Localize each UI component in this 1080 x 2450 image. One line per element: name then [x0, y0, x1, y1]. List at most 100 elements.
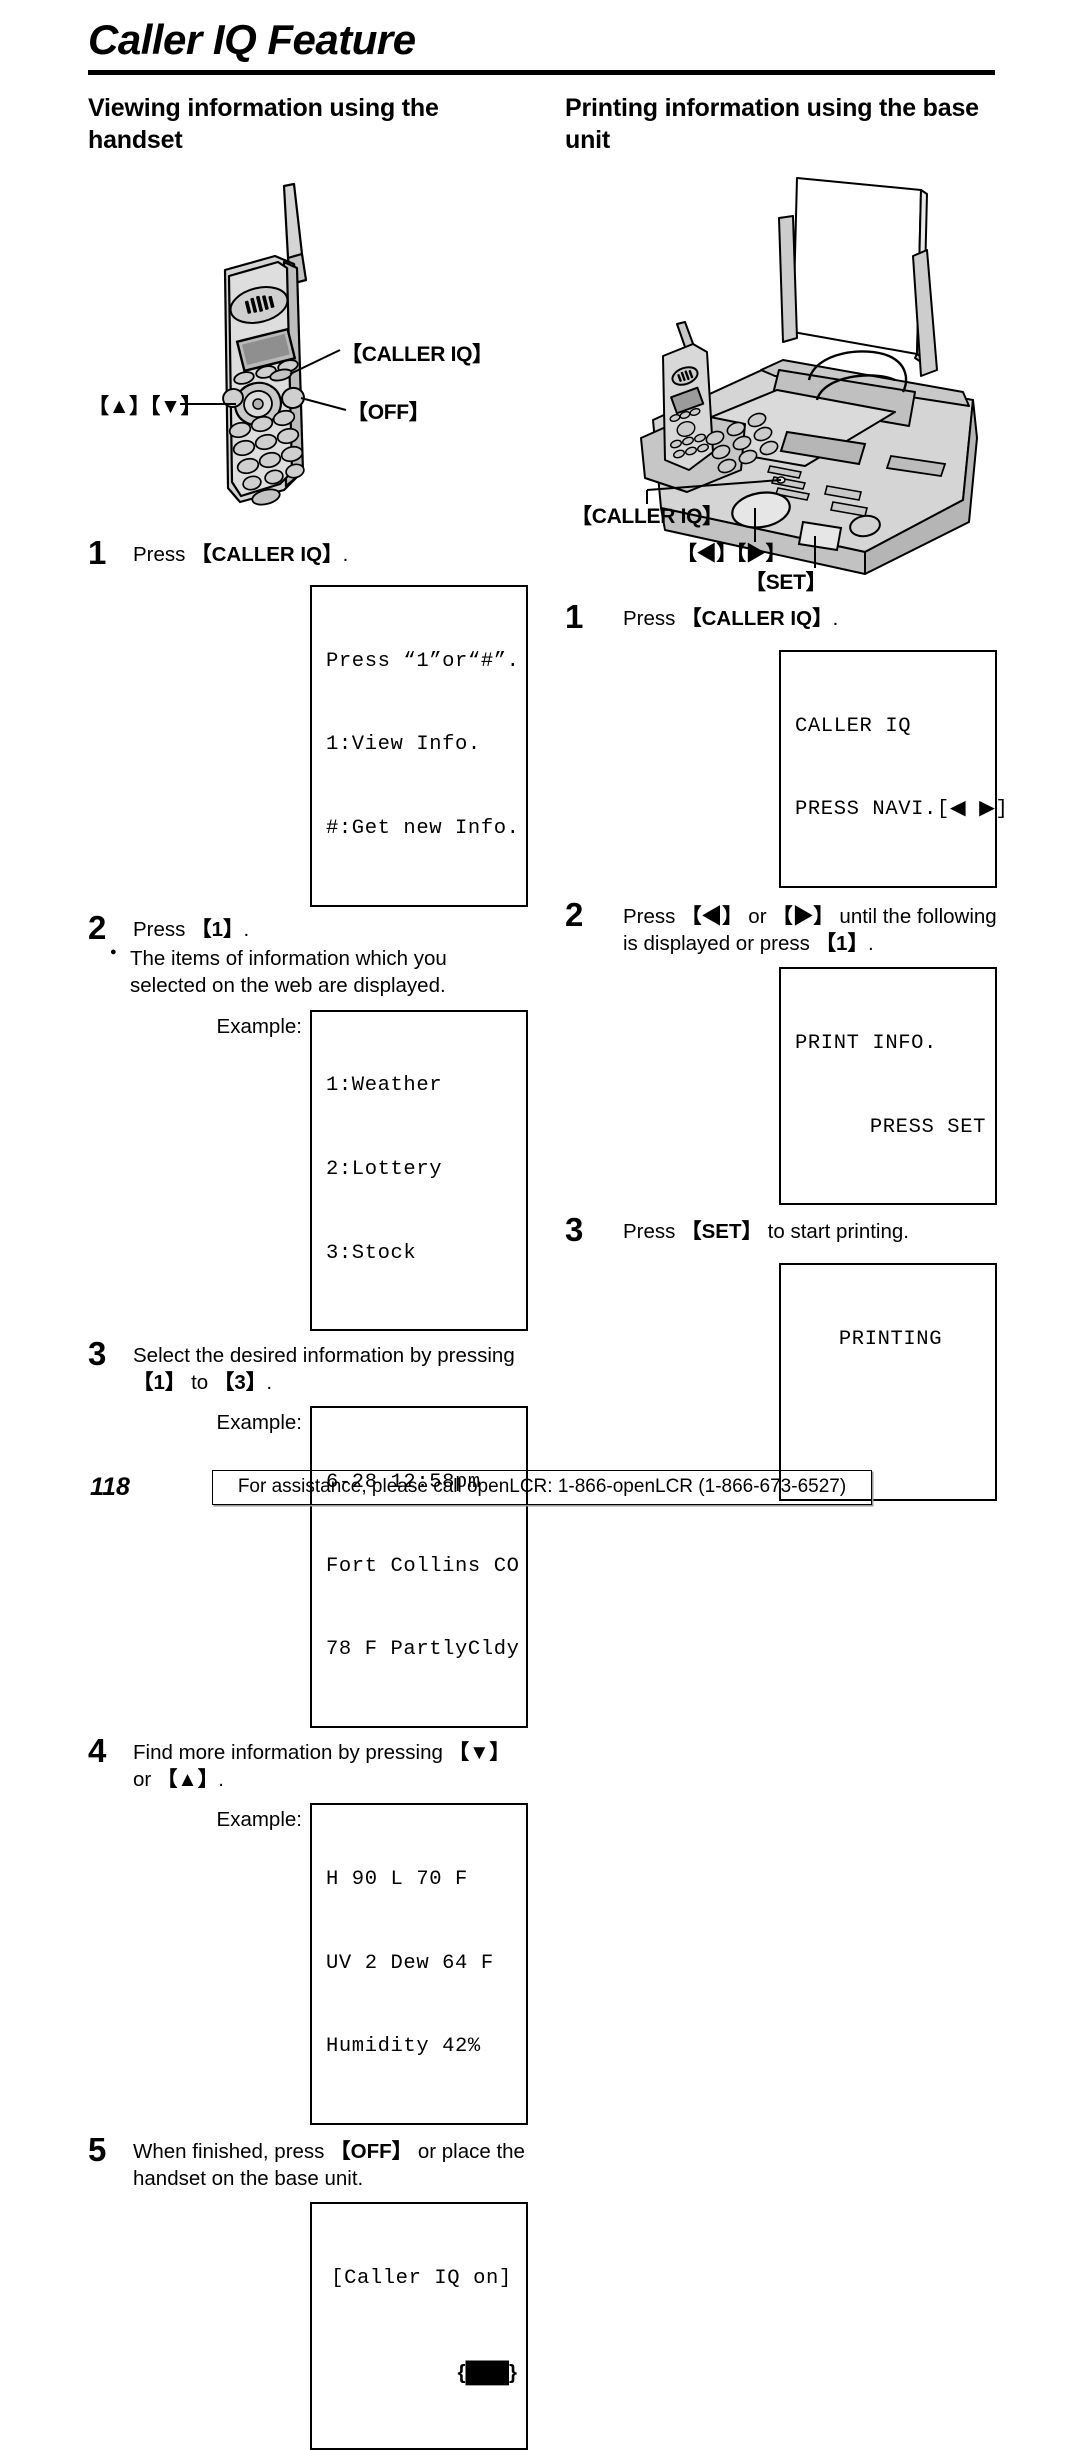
callout-up-down: 【▲】【▼】 [88, 395, 202, 418]
lcd-line: Humidity 42% [326, 2035, 481, 2059]
key-one: 【1】 [191, 917, 244, 941]
lcd-line: 3:Stock [326, 1241, 417, 1265]
left-step-2: 2 Press 【1】. The items of information wh… [88, 911, 528, 1000]
lcd-display: 6-28 12:58pm Fort Collins CO 78 F Partly… [310, 1406, 528, 1729]
right-step-1-display-row: CALLER IQ PRESS NAVI.[◀ ▶] [565, 650, 1009, 888]
step-text-after: . [266, 1370, 273, 1394]
key-one: 【1】 [133, 1370, 186, 1394]
page-number: 118 [90, 1473, 130, 1501]
step-text-before: Select the desired information by pressi… [133, 1344, 515, 1368]
lcd-line: [Caller IQ on] [331, 2267, 512, 2291]
step-text-after: . [218, 1767, 224, 1791]
step-text-before: Press [623, 905, 682, 928]
right-section-heading: Printing information using the base unit [565, 94, 979, 154]
left-step-3: 3 Select the desired information by pres… [88, 1337, 528, 1396]
left-step-1-display-row: Press “1”or“#”. 1:View Info. #:Get new I… [88, 585, 528, 907]
step-text-mid: to [185, 1370, 214, 1394]
lcd-line: H 90 L 70 F [326, 1868, 468, 1892]
left-step-1: 1 Press 【CALLER IQ】. [88, 536, 528, 576]
key-left: 【◀】 [681, 905, 743, 928]
step-text-before: When finished, press [133, 2139, 331, 2163]
lcd-line: UV 2 Dew 64 F [326, 1951, 494, 1975]
lcd-line: PRINTING [838, 1328, 943, 1352]
step-text-after: to start printing. [761, 1220, 909, 1244]
key-three: 【3】 [213, 1370, 267, 1394]
base-unit-illustration: 【CALLER IQ】 【◀】【▶】 【SET】 [565, 170, 997, 600]
lcd-line: 1:Weather [326, 1074, 443, 1098]
example-label: Example: [216, 1014, 302, 1038]
right-step-3: 3 Press 【SET】 to start printing. [565, 1213, 997, 1253]
handset-illustration: 【CALLER IQ】 【OFF】 【▲】【▼】 [88, 172, 528, 540]
lcd-line: PRINT INFO. [795, 1032, 937, 1056]
step-text: Press 【1】. [133, 917, 528, 944]
key-right: 【▶】 [772, 905, 834, 928]
key-up: 【▲】 [156, 1767, 219, 1791]
left-step-5-display-row: [Caller IQ on] {███} [88, 2202, 528, 2450]
step-number: 1 [565, 598, 584, 635]
callout-caller-iq: 【CALLER IQ】 [341, 343, 493, 366]
lcd-display: [Caller IQ on] {███} [310, 2202, 528, 2450]
lcd-line: CALLER IQ [795, 714, 912, 738]
step-text-after: . [832, 607, 839, 630]
step-text: When finished, press 【OFF】 or place the … [133, 2139, 528, 2192]
right-step-2: 2 Press 【◀】 or 【▶】 until the following i… [565, 898, 997, 957]
key-set: 【SET】 [681, 1220, 762, 1244]
step-text: Press 【CALLER IQ】. [133, 542, 528, 569]
footer-assistance-note: For assistance, please call openLCR: 1-8… [212, 1470, 872, 1505]
step-text-before: Press [623, 1220, 682, 1244]
step-text: Press 【◀】 or 【▶】 until the following is … [623, 904, 997, 957]
right-step-1: 1 Press 【CALLER IQ】. [565, 600, 997, 640]
callout-base-caller-iq: 【CALLER IQ】 [571, 505, 723, 528]
lcd-line: #:Get new Info. [326, 817, 520, 840]
step-text-mid: or [133, 1767, 157, 1791]
lcd-line: 2:Lottery [326, 1157, 443, 1181]
lcd-line: PRESS NAVI.[◀ ▶] [795, 798, 1009, 822]
callout-set: 【SET】 [745, 571, 827, 594]
base-set-key [797, 520, 843, 552]
step-number: 4 [88, 1732, 107, 1770]
lcd-line: 78 F PartlyCldy [326, 1638, 520, 1662]
step-text-after: . [342, 543, 349, 566]
step-text: Press 【CALLER IQ】. [623, 606, 997, 633]
step-text-after: . [867, 931, 874, 955]
lcd-display: CALLER IQ PRESS NAVI.[◀ ▶] [779, 650, 1009, 888]
callout-off: 【OFF】 [347, 401, 430, 424]
lcd-display: Press “1”or“#”. 1:View Info. #:Get new I… [310, 585, 528, 907]
base-unit-drawing [640, 177, 978, 575]
lcd-line: PRESS SET [869, 1115, 986, 1139]
left-column: Viewing information using the handset 【C… [88, 92, 528, 2450]
left-step-2-display-row: Example: 1:Weather 2:Lottery 3:Stock [88, 1009, 528, 1332]
right-step-2-display-row: PRINT INFO. PRESS SET [565, 967, 997, 1206]
page-title: Caller IQ Feature [88, 16, 416, 63]
step-number: 2 [88, 908, 107, 946]
step-text-before: Press [133, 917, 192, 941]
step-number: 5 [88, 2130, 107, 2168]
left-step-5: 5 When finished, press 【OFF】 or place th… [88, 2133, 528, 2192]
lcd-display: PRINT INFO. PRESS SET [779, 967, 997, 1206]
step-text: Find more information by pressing 【▼】 or… [133, 1740, 528, 1793]
callout-left-right: 【◀】【▶】 [677, 543, 786, 565]
key-caller-iq: 【CALLER IQ】 [191, 543, 343, 566]
lcd-line: Fort Collins CO [326, 1554, 520, 1578]
key-down: 【▼】 [448, 1741, 510, 1765]
step-number: 3 [565, 1211, 584, 1249]
left-step-4-display-row: Example: H 90 L 70 F UV 2 Dew 64 F Humid… [88, 1803, 528, 2125]
lcd-line: Press “1”or“#”. [326, 649, 520, 673]
title-divider [88, 70, 995, 75]
example-label: Example: [216, 1808, 302, 1832]
step-text-before: Press [623, 607, 682, 630]
example-label: Example: [216, 1411, 302, 1435]
step-text-after: . [243, 917, 250, 941]
battery-indicator: {███} [457, 2360, 517, 2384]
step-text-before: Press [133, 543, 192, 566]
step-text: Select the desired information by pressi… [133, 1343, 528, 1396]
right-step-3-display-row: PRINTING [565, 1263, 997, 1502]
step-number: 1 [88, 534, 107, 571]
lcd-line: 1:View Info. [326, 733, 481, 757]
left-section-heading: Viewing information using the handset [88, 94, 439, 154]
manual-page: Caller IQ Feature Viewing information us… [0, 0, 1080, 2450]
step-number: 3 [88, 1335, 107, 1373]
right-column: Printing information using the base unit [565, 92, 1009, 1502]
left-step-3-display-row: Example: 6-28 12:58pm Fort Collins CO 78… [88, 1406, 528, 1729]
step-text-mid: or [742, 905, 773, 928]
